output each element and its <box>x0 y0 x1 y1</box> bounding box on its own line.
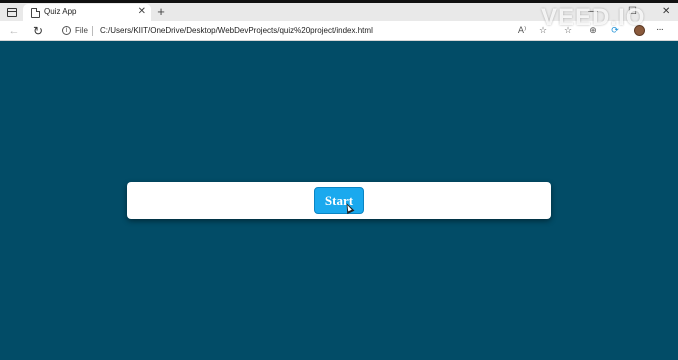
veed-watermark: VEED.IO <box>541 4 646 31</box>
address-url[interactable]: C:/Users/KIIT/OneDrive/Desktop/WebDevPro… <box>100 26 373 35</box>
start-button[interactable]: Start <box>314 187 364 214</box>
quiz-card: Start <box>127 182 551 219</box>
more-menu-icon[interactable]: ··· <box>656 24 664 35</box>
refresh-icon[interactable]: ↻ <box>31 24 45 38</box>
read-aloud-icon[interactable]: A⁾ <box>516 25 528 37</box>
tab-quiz-app[interactable]: Quiz App ✕ <box>23 4 151 21</box>
info-icon[interactable]: i <box>62 26 71 35</box>
tab-actions-icon[interactable] <box>4 6 20 19</box>
close-window-icon[interactable]: ✕ <box>662 6 670 17</box>
new-tab-button[interactable]: + <box>155 5 167 18</box>
address-divider <box>92 26 93 36</box>
back-arrow-icon[interactable]: ← <box>7 24 21 38</box>
tab-title: Quiz App <box>44 7 77 16</box>
file-icon <box>31 8 40 18</box>
file-scheme-label: File <box>75 26 88 35</box>
close-tab-icon[interactable]: ✕ <box>138 6 146 18</box>
